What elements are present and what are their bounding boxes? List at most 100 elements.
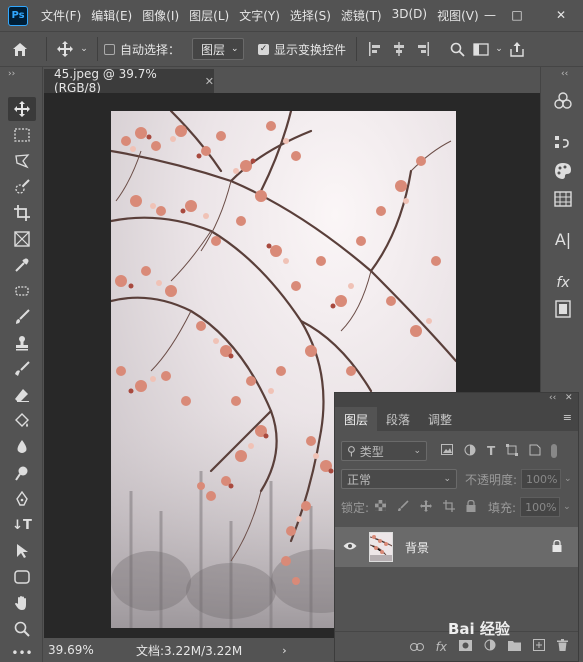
fill-field[interactable]: 100%: [520, 497, 561, 517]
chevron-down-icon: ⌄: [231, 44, 239, 54]
menu-view[interactable]: 视图(V): [432, 7, 484, 24]
character-panel-icon[interactable]: A|: [549, 227, 577, 251]
collapse-icon[interactable]: ‹‹: [549, 393, 556, 403]
align-center-icon[interactable]: [387, 42, 411, 56]
layer-row[interactable]: 背景: [335, 527, 578, 567]
filter-smart-object-icon[interactable]: [529, 444, 541, 459]
menu-edit[interactable]: 编辑(E): [86, 7, 137, 24]
swatches-icon[interactable]: [549, 187, 577, 211]
move-tool-icon[interactable]: [8, 97, 36, 121]
filter-shape-icon[interactable]: [506, 443, 519, 459]
opacity-field[interactable]: 100%: [521, 469, 562, 489]
healing-brush-tool-icon[interactable]: [8, 279, 36, 303]
document-tab-title: 45.jpeg @ 39.7%(RGB/8): [54, 67, 157, 95]
maximize-button[interactable]: □: [508, 6, 526, 24]
dodge-tool-icon[interactable]: [8, 461, 36, 485]
quick-select-tool-icon[interactable]: [8, 175, 36, 199]
close-tab-icon[interactable]: ✕: [205, 75, 214, 88]
history-panel-icon[interactable]: [549, 131, 577, 155]
minimize-button[interactable]: —: [481, 6, 499, 24]
delete-layer-icon[interactable]: [557, 639, 568, 654]
blend-mode-dropdown[interactable]: 正常 ⌄: [341, 469, 457, 489]
share-icon[interactable]: [505, 41, 529, 57]
filter-pixel-icon[interactable]: [441, 444, 453, 458]
menu-file[interactable]: 文件(F): [36, 7, 86, 24]
filter-type-icon[interactable]: T: [487, 444, 495, 458]
libraries-icon[interactable]: [549, 297, 577, 321]
zoom-level[interactable]: 39.69%: [48, 643, 128, 657]
panel-menu-icon[interactable]: ≡: [563, 411, 572, 424]
layer-name[interactable]: 背景: [405, 539, 429, 556]
close-button[interactable]: ✕: [552, 6, 570, 24]
filter-toggle[interactable]: [551, 444, 558, 458]
add-mask-icon[interactable]: [459, 639, 472, 654]
home-icon[interactable]: [0, 42, 40, 57]
menu-select[interactable]: 选择(S): [285, 7, 336, 24]
color-palette-icon[interactable]: [549, 159, 577, 183]
crop-tool-icon[interactable]: [8, 201, 36, 225]
search-icon[interactable]: [445, 42, 469, 57]
layer-filter-dropdown[interactable]: ⚲ 类型 ⌄: [341, 441, 427, 461]
stamp-tool-icon[interactable]: [8, 331, 36, 355]
move-tool-icon[interactable]: [53, 41, 77, 57]
workspace-icon[interactable]: [469, 42, 493, 56]
learn-icon[interactable]: [549, 89, 577, 113]
watermark: Bai 经验: [448, 620, 510, 638]
menu-image[interactable]: 图像(I): [137, 7, 184, 24]
chevron-down-icon: ⌄: [413, 446, 421, 456]
lasso-tool-icon[interactable]: [8, 149, 36, 173]
blend-mode-value: 正常: [347, 472, 372, 487]
rectangle-tool-icon[interactable]: [8, 565, 36, 589]
tab-adjustments[interactable]: 调整: [419, 407, 461, 431]
blur-tool-icon[interactable]: [8, 435, 36, 459]
lock-transparency-icon[interactable]: [375, 500, 387, 514]
collapse-icon[interactable]: ››: [8, 69, 15, 79]
layers-panel-header: ‹‹ ✕: [335, 393, 578, 405]
brush-tool-icon[interactable]: [8, 305, 36, 329]
new-group-icon[interactable]: [508, 640, 521, 654]
link-layers-icon[interactable]: [409, 640, 424, 654]
chevron-right-icon[interactable]: ›: [282, 644, 286, 657]
lock-artboard-icon[interactable]: [443, 499, 456, 515]
layer-filter-kind: 类型: [359, 444, 384, 459]
styles-fx-icon[interactable]: fx: [549, 271, 577, 295]
auto-select-target-dropdown[interactable]: 图层 ⌄: [192, 38, 245, 60]
align-left-icon[interactable]: [363, 42, 387, 56]
collapse-icon[interactable]: ‹‹: [561, 69, 568, 79]
show-transform-checkbox[interactable]: ✓: [258, 43, 270, 55]
hand-tool-icon[interactable]: [8, 591, 36, 615]
history-brush-tool-icon[interactable]: [8, 357, 36, 381]
marquee-tool-icon[interactable]: [8, 123, 36, 147]
chevron-down-icon[interactable]: ⌄: [564, 474, 572, 484]
menu-3d[interactable]: 3D(D): [387, 7, 432, 24]
type-tool-icon[interactable]: ↓T: [8, 513, 36, 537]
lock-position-icon[interactable]: [420, 499, 433, 515]
chevron-down-icon[interactable]: ⌄: [77, 44, 91, 54]
filter-adjustment-icon[interactable]: [464, 444, 476, 459]
menu-type[interactable]: 文字(Y): [234, 7, 285, 24]
close-icon[interactable]: ✕: [565, 393, 573, 403]
adjustment-layer-icon[interactable]: [484, 639, 496, 654]
chevron-down-icon[interactable]: ⌄: [493, 44, 505, 54]
new-layer-icon[interactable]: [533, 639, 545, 654]
zoom-tool-icon[interactable]: [8, 617, 36, 641]
lock-all-icon[interactable]: [466, 499, 476, 515]
menu-filter[interactable]: 滤镜(T): [336, 7, 387, 24]
tab-paragraph[interactable]: 段落: [377, 407, 419, 431]
more-tools-icon[interactable]: •••: [8, 641, 36, 662]
menu-layer[interactable]: 图层(L): [184, 7, 234, 24]
auto-select-checkbox[interactable]: [104, 43, 115, 55]
layer-style-fx-icon[interactable]: fx: [436, 640, 447, 654]
lock-pixels-icon[interactable]: [397, 499, 409, 515]
chevron-down-icon[interactable]: ⌄: [563, 502, 571, 512]
align-right-icon[interactable]: [411, 42, 435, 56]
frame-tool-icon[interactable]: [8, 227, 36, 251]
tab-layers[interactable]: 图层: [335, 407, 378, 431]
document-tab[interactable]: 45.jpeg @ 39.7%(RGB/8) ✕: [44, 67, 214, 95]
eyedropper-tool-icon[interactable]: [8, 253, 36, 277]
pen-tool-icon[interactable]: [8, 487, 36, 511]
visibility-eye-icon[interactable]: [343, 540, 357, 554]
eraser-tool-icon[interactable]: [8, 383, 36, 407]
path-selection-tool-icon[interactable]: [8, 539, 36, 563]
paint-bucket-tool-icon[interactable]: [8, 409, 36, 433]
